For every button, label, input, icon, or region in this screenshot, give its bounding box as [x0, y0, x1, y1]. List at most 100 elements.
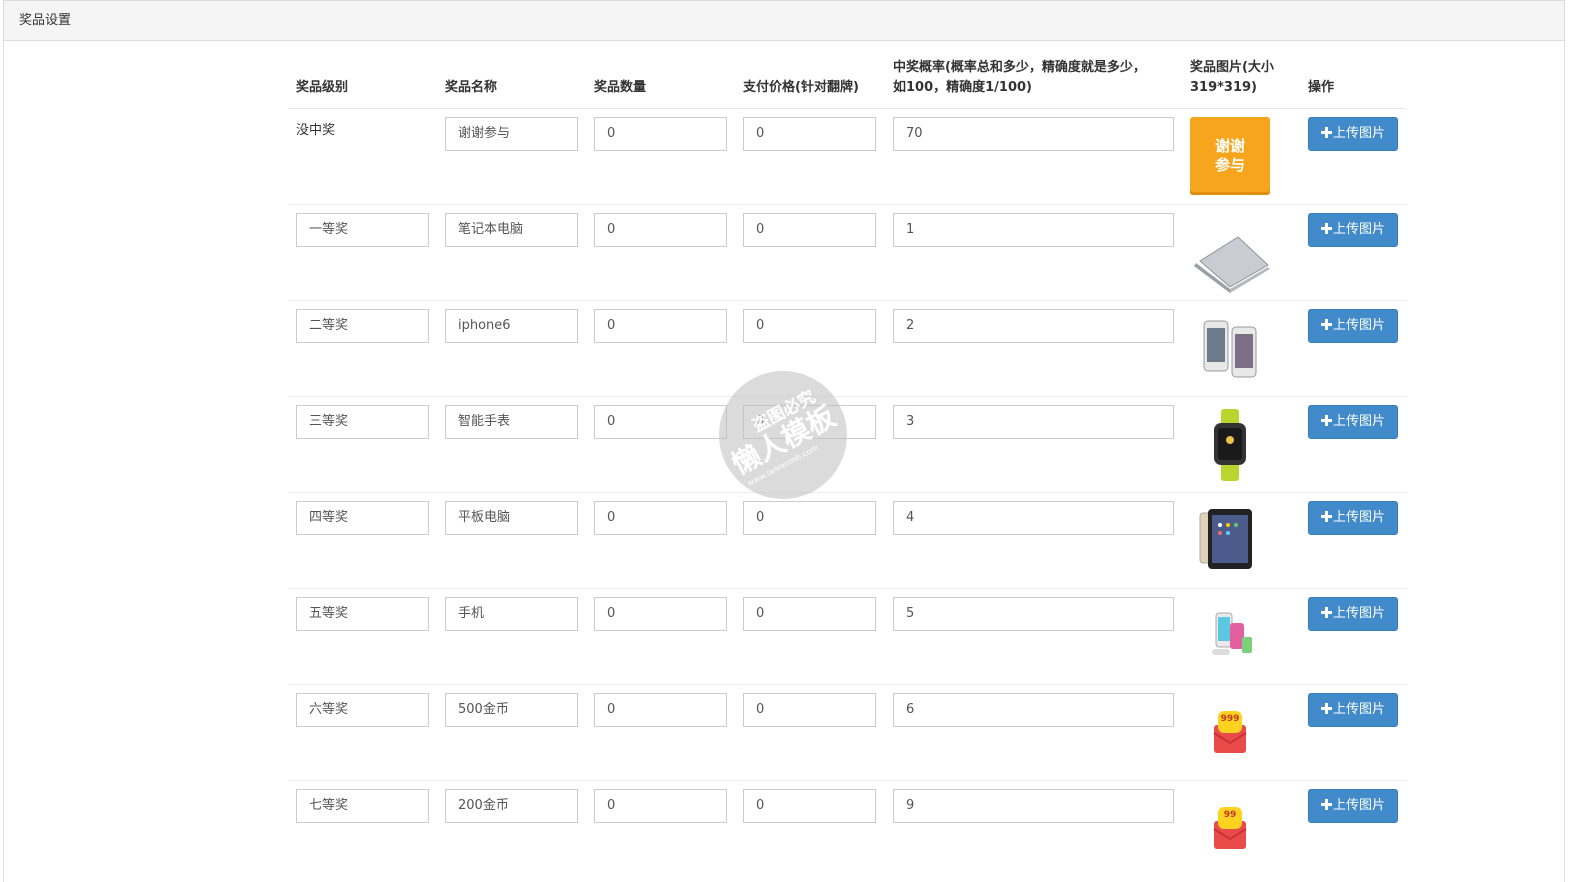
prize-probability-input[interactable]: 3 [892, 405, 1174, 439]
plus-icon [1320, 223, 1332, 234]
prize-probability-input[interactable]: 70 [892, 117, 1174, 151]
header-probability: 中奖概率(概率总和多少，精确度就是多少， 如100，精确度1/100) [884, 58, 1182, 109]
cell-image: 99 [1181, 780, 1300, 876]
prize-probability-input[interactable]: 4 [892, 501, 1174, 535]
upload-image-button[interactable]: 上传图片 [1307, 405, 1398, 439]
plus-icon [1320, 127, 1332, 138]
prize-level-input[interactable]: 六等奖 [296, 693, 429, 727]
cell-quantity: 0 [586, 204, 735, 301]
upload-image-label: 上传图片 [1332, 222, 1385, 237]
cell-probability: 9 [884, 780, 1182, 876]
upload-image-button[interactable]: 上传图片 [1307, 597, 1398, 631]
prize-level-text: 没中奖 [296, 123, 336, 138]
prize-quantity-input[interactable]: 0 [594, 117, 727, 151]
prize-quantity-input[interactable]: 0 [594, 693, 727, 727]
prize-price-input[interactable]: 0 [743, 789, 876, 823]
upload-image-button[interactable]: 上传图片 [1307, 213, 1398, 247]
cell-price: 0 [735, 204, 885, 301]
prize-price-input[interactable]: 0 [743, 501, 876, 535]
cell-probability: 4 [884, 492, 1182, 589]
prize-quantity-input[interactable]: 0 [594, 501, 727, 535]
cell-image [1181, 492, 1300, 589]
cell-level: 六等奖 [288, 684, 437, 781]
plus-icon [1320, 703, 1332, 714]
prize-image-laptop [1190, 213, 1270, 293]
prize-probability-input[interactable]: 2 [892, 309, 1174, 343]
header-price: 支付价格(针对翻牌) [735, 58, 885, 109]
prize-name-input[interactable]: iphone6 [445, 309, 578, 343]
cell-level: 五等奖 [288, 588, 437, 685]
prize-name-input[interactable]: 平板电脑 [445, 501, 578, 535]
prize-level-input[interactable]: 三等奖 [296, 405, 429, 439]
cell-price: 0 [735, 588, 885, 685]
prize-price-input[interactable]: 0 [743, 117, 876, 151]
prize-price-input[interactable]: 0 [743, 693, 876, 727]
cell-level: 三等奖 [288, 396, 437, 493]
cell-name: 500金币 [437, 684, 586, 781]
prize-price-input[interactable]: 0 [743, 213, 876, 247]
upload-image-button[interactable]: 上传图片 [1307, 117, 1398, 151]
header-image: 奖品图片(大小 319*319) [1181, 58, 1300, 109]
table-row: 一等奖 笔记本电脑 0 0 1 上传图片 [288, 204, 1406, 301]
prize-probability-input[interactable]: 5 [892, 597, 1174, 631]
cell-probability: 70 [884, 108, 1182, 205]
upload-image-button[interactable]: 上传图片 [1307, 501, 1398, 535]
table-row: 没中奖 谢谢参与 0 0 70 谢谢 参与 上传图片 [288, 108, 1406, 205]
prize-price-input[interactable]: 0 [743, 597, 876, 631]
cell-quantity: 0 [586, 684, 735, 781]
prize-probability-input[interactable]: 9 [892, 789, 1174, 823]
cell-probability: 1 [884, 204, 1182, 301]
table-header-row: 奖品级别 奖品名称 奖品数量 支付价格(针对翻牌) 中奖概率(概率总和多少，精确… [288, 58, 1406, 109]
plus-icon [1320, 607, 1332, 618]
header-quantity: 奖品数量 [586, 58, 735, 109]
upload-image-label: 上传图片 [1332, 606, 1385, 621]
prize-price-input[interactable]: 0 [743, 309, 876, 343]
cell-name: 手机 [437, 588, 586, 685]
prize-quantity-input[interactable]: 0 [594, 789, 727, 823]
prize-name-input[interactable]: 谢谢参与 [445, 117, 578, 151]
prize-level-input[interactable]: 七等奖 [296, 789, 429, 823]
cell-name: 200金币 [437, 780, 586, 876]
upload-image-button[interactable]: 上传图片 [1307, 309, 1398, 343]
cell-probability: 3 [884, 396, 1182, 493]
prize-image-red-envelope: 99 [1190, 789, 1270, 869]
prize-quantity-input[interactable]: 0 [594, 213, 727, 247]
upload-image-label: 上传图片 [1332, 510, 1385, 525]
prize-level-input[interactable]: 四等奖 [296, 501, 429, 535]
prize-name-input[interactable]: 笔记本电脑 [445, 213, 578, 247]
cell-quantity: 0 [586, 396, 735, 493]
prize-quantity-input[interactable]: 0 [594, 309, 727, 343]
upload-image-label: 上传图片 [1332, 126, 1385, 141]
cell-action: 上传图片 [1299, 300, 1406, 397]
prize-level-input[interactable]: 二等奖 [296, 309, 429, 343]
cell-price: 0 [735, 300, 885, 397]
header-probability-line1: 中奖概率(概率总和多少，精确度就是多少， [892, 60, 1146, 75]
header-image-line1: 奖品图片(大小 [1189, 60, 1274, 75]
prize-name-input[interactable]: 500金币 [445, 693, 578, 727]
prize-name-input[interactable]: 智能手表 [445, 405, 578, 439]
cell-level: 七等奖 [288, 780, 437, 876]
prize-price-input[interactable]: 0 [743, 405, 876, 439]
prize-name-input[interactable]: 200金币 [445, 789, 578, 823]
prize-probability-input[interactable]: 1 [892, 213, 1174, 247]
upload-image-button[interactable]: 上传图片 [1307, 789, 1398, 823]
prize-image-coin-text: 999 [1220, 714, 1240, 724]
upload-image-button[interactable]: 上传图片 [1307, 693, 1398, 727]
cell-image [1181, 204, 1300, 301]
prize-level-input[interactable]: 五等奖 [296, 597, 429, 631]
table-row: 七等奖 200金币 0 0 9 99 上传图片 [288, 780, 1406, 876]
prize-image-red-envelope: 999 [1190, 693, 1270, 773]
cell-name: 谢谢参与 [437, 108, 586, 205]
cell-probability: 6 [884, 684, 1182, 781]
cell-action: 上传图片 [1299, 588, 1406, 685]
cell-price: 0 [735, 684, 885, 781]
prize-quantity-input[interactable]: 0 [594, 597, 727, 631]
prize-name-input[interactable]: 手机 [445, 597, 578, 631]
upload-image-label: 上传图片 [1332, 798, 1385, 813]
prize-level-input[interactable]: 一等奖 [296, 213, 429, 247]
prize-probability-input[interactable]: 6 [892, 693, 1174, 727]
prize-quantity-input[interactable]: 0 [594, 405, 727, 439]
cell-price: 0 [735, 492, 885, 589]
plus-icon [1320, 799, 1332, 810]
prize-image-text-2: 参与 [1214, 156, 1245, 174]
